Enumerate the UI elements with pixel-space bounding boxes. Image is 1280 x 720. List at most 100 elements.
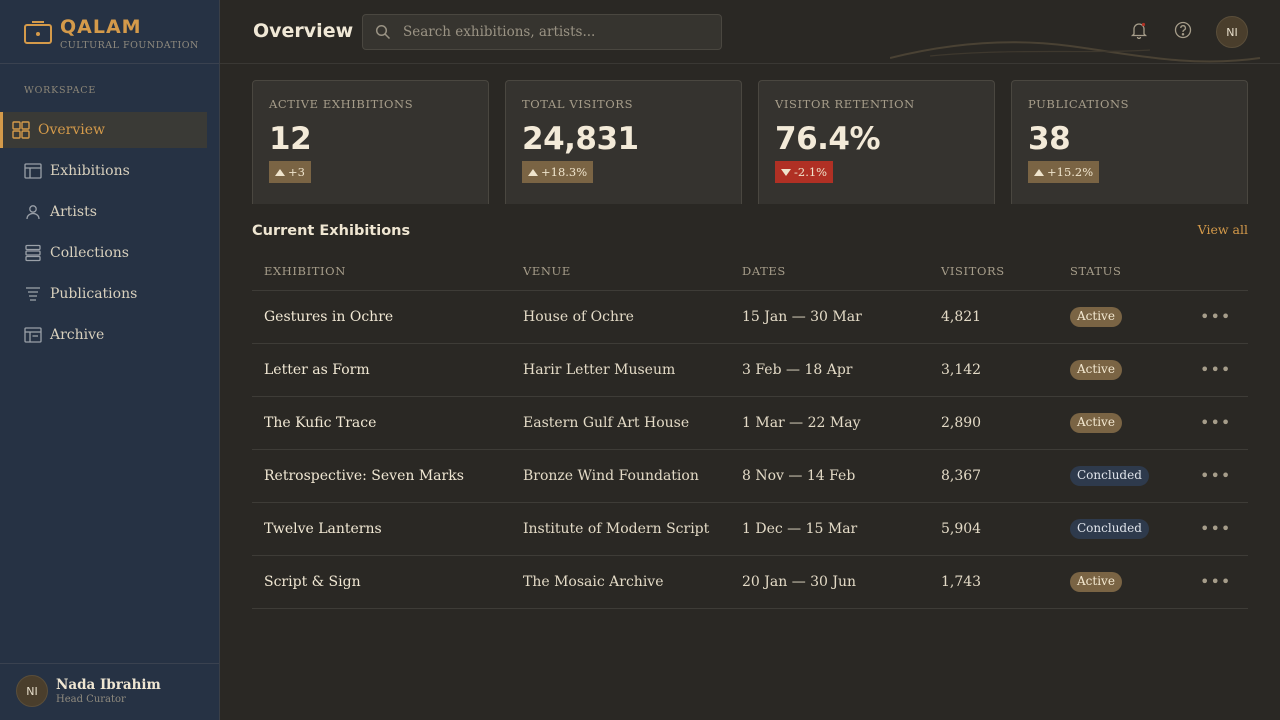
more-options-icon[interactable]: ••• (1200, 360, 1231, 379)
sidebar-section-label: WORKSPACE (24, 85, 97, 96)
cell-visitors: 1,743 (929, 555, 1058, 609)
cell-actions: ••• (1188, 343, 1248, 397)
more-options-icon[interactable]: ••• (1200, 519, 1231, 538)
help-button[interactable] (1172, 21, 1194, 43)
sidebar-item-archive[interactable]: Archive (0, 317, 219, 353)
cell-venue: Harir Letter Museum (511, 343, 730, 397)
cell-venue: Eastern Gulf Art House (511, 396, 730, 450)
table-row[interactable]: Gestures in Ochre House of Ochre 15 Jan … (252, 290, 1248, 344)
sidebar: QALAM CULTURAL FOUNDATION WORKSPACE Over… (0, 0, 220, 720)
search-box[interactable] (362, 14, 722, 50)
sidebar-item-label: Publications (50, 286, 138, 302)
brand[interactable]: QALAM CULTURAL FOUNDATION (24, 14, 199, 54)
user-profile[interactable]: NI Nada Ibrahim Head Curator (16, 675, 161, 707)
main-content: Overview NI ACTIVE EXHIBITIONS 12 +3 (220, 0, 1280, 720)
sidebar-item-label: Collections (50, 245, 129, 261)
user-role: Head Curator (56, 694, 126, 705)
cell-visitors: 4,821 (929, 290, 1058, 344)
cell-actions: ••• (1188, 449, 1248, 503)
stat-card-active-exhibitions[interactable]: ACTIVE EXHIBITIONS 12 +3 (252, 80, 489, 204)
table-row[interactable]: Letter as Form Harir Letter Museum 3 Feb… (252, 343, 1248, 397)
column-header-visitors[interactable]: VISITORS (929, 252, 1058, 291)
table-header-row: EXHIBITION VENUE DATES VISITORS STATUS (252, 252, 1248, 291)
more-options-icon[interactable]: ••• (1200, 413, 1231, 432)
column-header-venue[interactable]: VENUE (511, 252, 730, 291)
view-all-link[interactable]: View all (1198, 222, 1248, 237)
sidebar-item-publications[interactable]: Publications (0, 276, 219, 312)
cell-actions: ••• (1188, 555, 1248, 609)
sidebar-item-exhibitions[interactable]: Exhibitions (0, 153, 219, 189)
sidebar-item-label: Overview (38, 122, 106, 138)
status-badge: Active (1070, 571, 1122, 592)
cell-exhibition: Letter as Form (252, 343, 511, 397)
cell-exhibition: Gestures in Ochre (252, 290, 511, 344)
brand-subtitle: CULTURAL FOUNDATION (60, 40, 199, 51)
cell-exhibition: Twelve Lanterns (252, 502, 511, 556)
cell-dates: 8 Nov — 14 Feb (730, 449, 929, 503)
trend-badge: +3 (269, 161, 311, 183)
archive-icon (24, 326, 42, 344)
more-options-icon[interactable]: ••• (1200, 307, 1231, 326)
stat-card-total-visitors[interactable]: TOTAL VISITORS 24,831 +18.3% (505, 80, 742, 204)
trend-delta: -2.1% (794, 165, 828, 179)
notifications-button[interactable] (1128, 21, 1150, 43)
status-badge: Active (1070, 359, 1122, 380)
trend-badge: +18.3% (522, 161, 594, 183)
table-row[interactable]: Twelve Lanterns Institute of Modern Scri… (252, 502, 1248, 556)
column-header-status[interactable]: STATUS (1058, 252, 1188, 291)
status-badge: Active (1070, 306, 1122, 327)
grid-icon (12, 121, 30, 139)
stat-label: ACTIVE EXHIBITIONS (269, 97, 414, 111)
sidebar-item-label: Artists (50, 204, 97, 220)
more-options-icon[interactable]: ••• (1200, 572, 1231, 591)
stat-value: 12 (269, 121, 312, 157)
cell-actions: ••• (1188, 290, 1248, 344)
trend-badge: +15.2% (1028, 161, 1100, 183)
brand-text: QALAM CULTURAL FOUNDATION (60, 17, 199, 51)
section-title: Current Exhibitions (252, 223, 411, 239)
stat-card-visitor-retention[interactable]: VISITOR RETENTION 76.4% -2.1% (758, 80, 995, 204)
header-avatar[interactable]: NI (1216, 16, 1248, 48)
cell-venue: Bronze Wind Foundation (511, 449, 730, 503)
table-row[interactable]: The Kufic Trace Eastern Gulf Art House 1… (252, 396, 1248, 450)
stack-icon (24, 244, 42, 262)
search-icon (375, 24, 391, 40)
person-icon (24, 203, 42, 221)
more-options-icon[interactable]: ••• (1200, 466, 1231, 485)
sidebar-item-collections[interactable]: Collections (0, 235, 219, 271)
column-header-dates[interactable]: DATES (730, 252, 929, 291)
cell-visitors: 3,142 (929, 343, 1058, 397)
sidebar-nav: Overview Exhibitions Artists Collections… (0, 112, 219, 358)
trend-delta: +15.2% (1047, 165, 1094, 179)
stat-card-publications[interactable]: PUBLICATIONS 38 +15.2% (1011, 80, 1248, 204)
table-row[interactable]: Script & Sign The Mosaic Archive 20 Jan … (252, 555, 1248, 609)
trend-up-icon (1034, 168, 1044, 176)
cell-status: Active (1058, 555, 1188, 609)
help-icon (1174, 21, 1192, 43)
stat-label: VISITOR RETENTION (775, 97, 915, 111)
column-header-exhibition[interactable]: EXHIBITION (252, 252, 511, 291)
cell-exhibition: Script & Sign (252, 555, 511, 609)
user-name: Nada Ibrahim (56, 677, 161, 693)
sidebar-item-label: Archive (50, 327, 105, 343)
sidebar-item-overview[interactable]: Overview (0, 112, 207, 148)
cell-venue: The Mosaic Archive (511, 555, 730, 609)
cell-visitors: 8,367 (929, 449, 1058, 503)
trend-delta: +3 (288, 165, 305, 179)
trend-badge: -2.1% (775, 161, 834, 183)
search-input[interactable] (403, 24, 703, 40)
cell-dates: 1 Dec — 15 Mar (730, 502, 929, 556)
sidebar-item-artists[interactable]: Artists (0, 194, 219, 230)
qalam-logo-icon (24, 21, 52, 44)
sidebar-footer-divider (0, 663, 219, 664)
exhibitions-table: EXHIBITION VENUE DATES VISITORS STATUS G… (252, 252, 1248, 609)
text-lines-icon (24, 285, 42, 303)
table-row[interactable]: Retrospective: Seven Marks Bronze Wind F… (252, 449, 1248, 503)
cell-dates: 1 Mar — 22 May (730, 396, 929, 450)
status-badge: Concluded (1070, 518, 1149, 539)
cell-exhibition: The Kufic Trace (252, 396, 511, 450)
cell-visitors: 5,904 (929, 502, 1058, 556)
trend-down-icon (781, 168, 791, 176)
cell-status: Active (1058, 343, 1188, 397)
sidebar-item-label: Exhibitions (50, 163, 130, 179)
